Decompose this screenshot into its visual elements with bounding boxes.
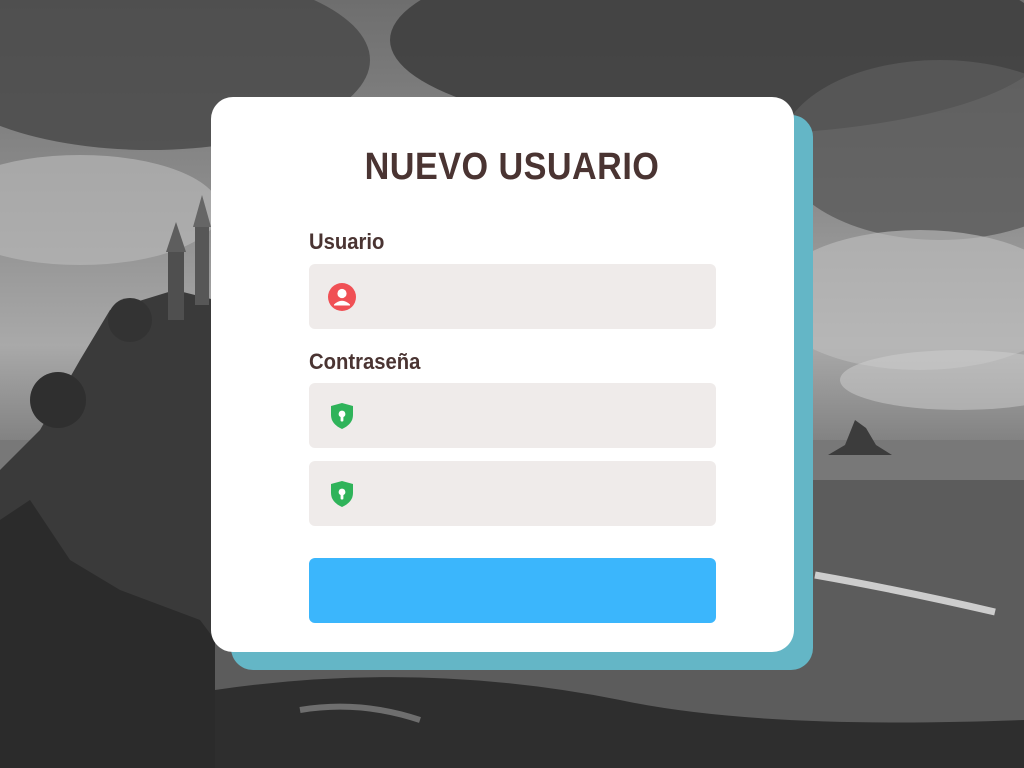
user-circle-icon xyxy=(328,283,356,311)
shield-lock-icon xyxy=(331,481,353,507)
password-field[interactable] xyxy=(309,383,716,450)
password-input[interactable] xyxy=(369,383,703,450)
password-confirm-field[interactable] xyxy=(309,461,716,528)
password-label: Contraseña xyxy=(309,349,421,374)
username-label: Usuario xyxy=(309,229,385,254)
submit-button[interactable] xyxy=(309,558,716,623)
password-confirm-input[interactable] xyxy=(369,461,703,528)
username-field[interactable] xyxy=(309,264,716,331)
shield-lock-icon xyxy=(331,403,353,429)
username-input[interactable] xyxy=(369,264,703,331)
page-title: NUEVO USUARIO xyxy=(364,146,660,188)
